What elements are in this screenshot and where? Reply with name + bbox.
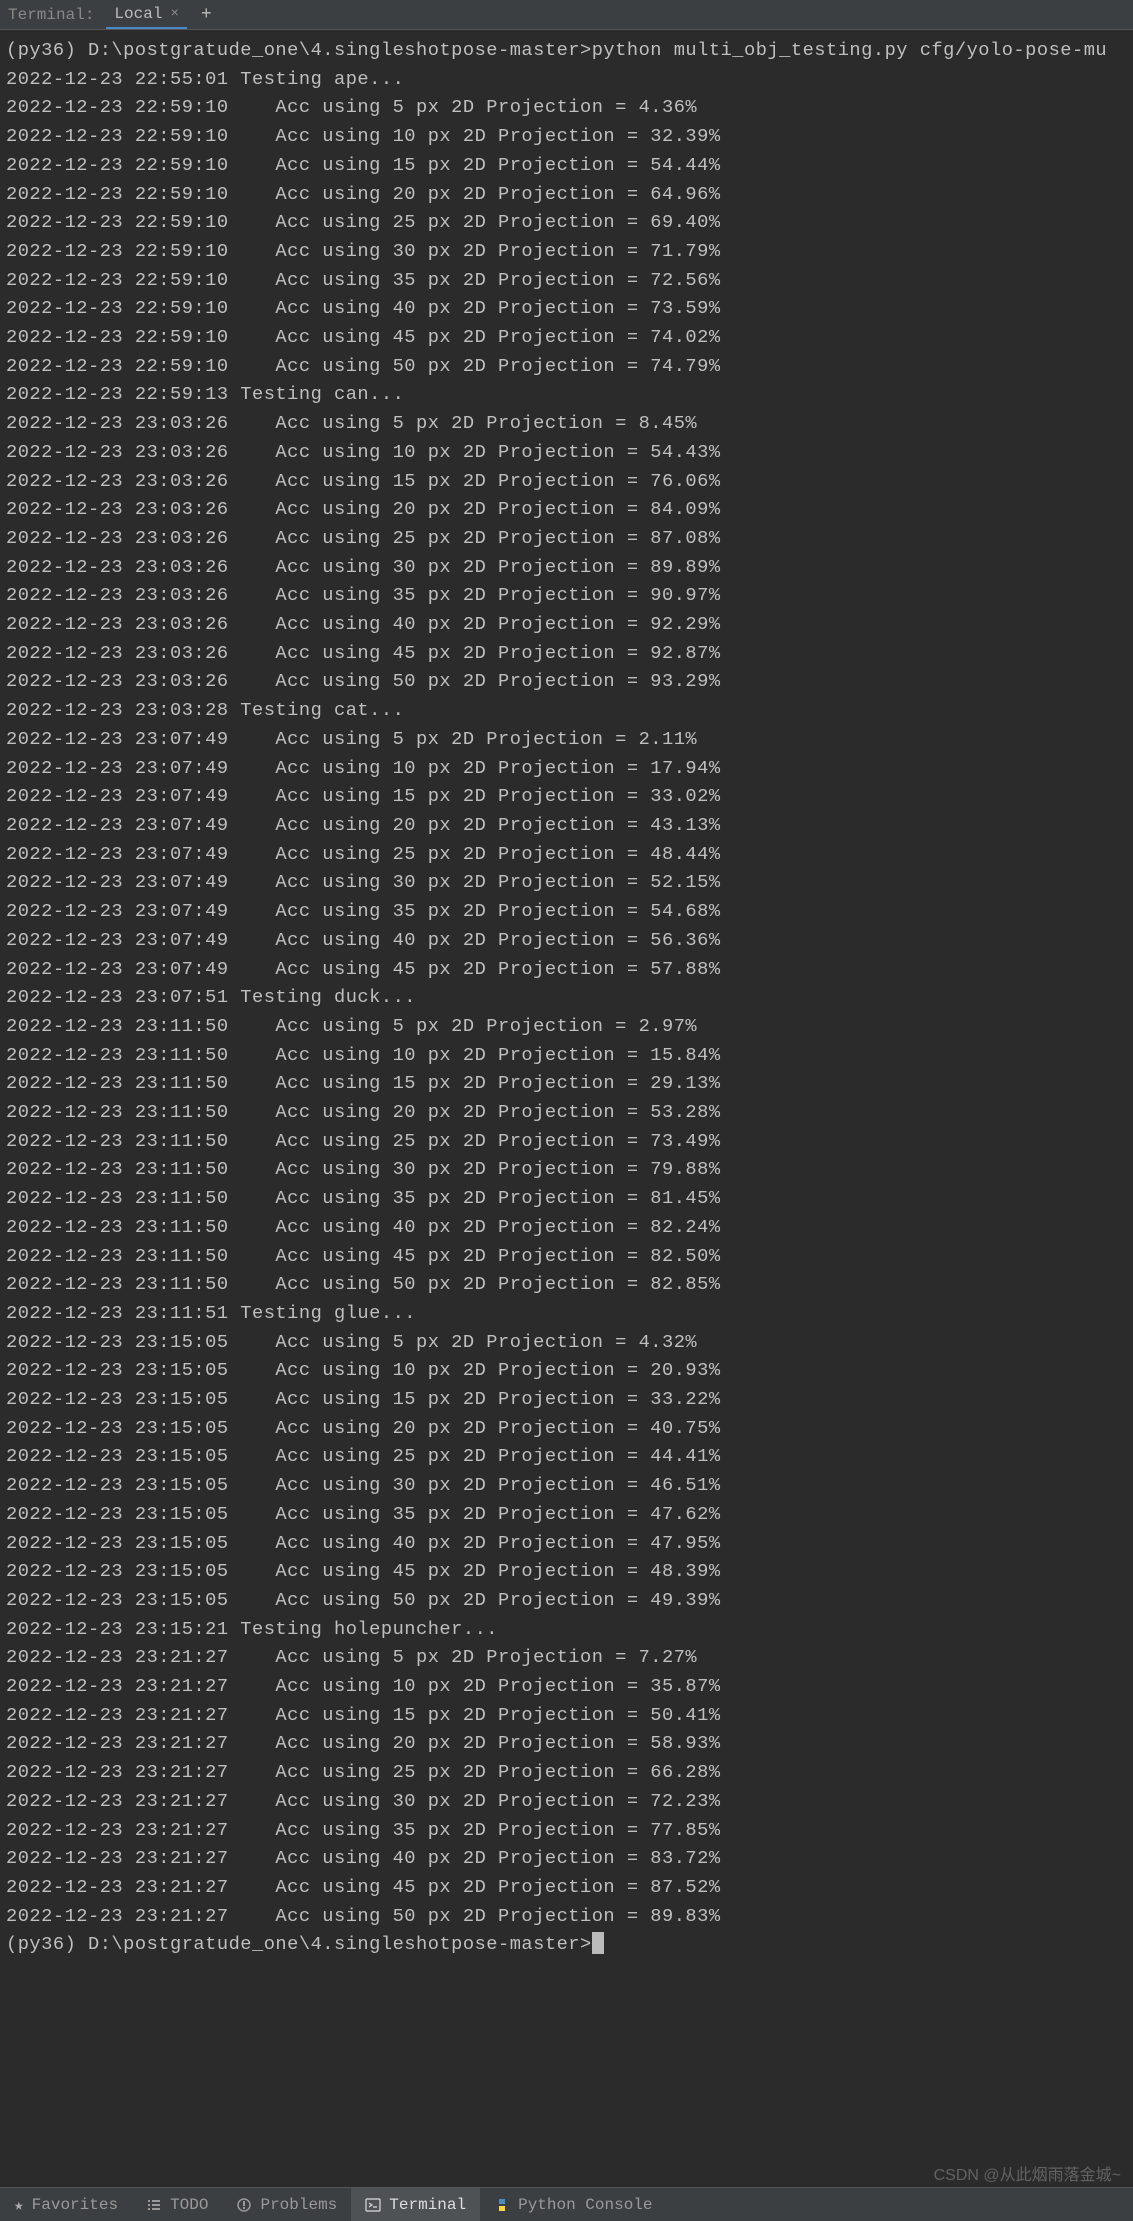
output-line: 2022-12-23 23:21:27 Acc using 20 px 2D P… <box>6 1729 1131 1758</box>
output-line: 2022-12-23 22:55:01 Testing ape... <box>6 65 1131 94</box>
output-line: 2022-12-23 23:11:50 Acc using 30 px 2D P… <box>6 1155 1131 1184</box>
terminal-top-bar: Terminal: Local × + <box>0 0 1133 30</box>
tab-terminal[interactable]: Terminal <box>351 2188 480 2221</box>
output-line: 2022-12-23 23:21:27 Acc using 40 px 2D P… <box>6 1844 1131 1873</box>
python-icon <box>494 2197 510 2213</box>
output-line: 2022-12-23 23:11:50 Acc using 20 px 2D P… <box>6 1098 1131 1127</box>
tab-label: TODO <box>170 2196 208 2214</box>
terminal-output[interactable]: (py36) D:\postgratude_one\4.singleshotpo… <box>0 30 1133 1959</box>
prompt-line[interactable]: (py36) D:\postgratude_one\4.singleshotpo… <box>6 1930 1131 1959</box>
output-line: 2022-12-23 22:59:10 Acc using 10 px 2D P… <box>6 122 1131 151</box>
output-line: 2022-12-23 22:59:10 Acc using 35 px 2D P… <box>6 266 1131 295</box>
output-line: 2022-12-23 23:21:27 Acc using 15 px 2D P… <box>6 1701 1131 1730</box>
bottom-tool-bar: ★ Favorites TODO Problems Terminal Pytho… <box>0 2187 1133 2221</box>
cursor-icon <box>592 1932 604 1954</box>
tab-python-console[interactable]: Python Console <box>480 2188 666 2221</box>
output-line: 2022-12-23 22:59:13 Testing can... <box>6 380 1131 409</box>
output-line: 2022-12-23 22:59:10 Acc using 45 px 2D P… <box>6 323 1131 352</box>
close-icon[interactable]: × <box>170 6 178 22</box>
output-line: 2022-12-23 23:15:05 Acc using 30 px 2D P… <box>6 1471 1131 1500</box>
output-line: 2022-12-23 23:11:50 Acc using 15 px 2D P… <box>6 1069 1131 1098</box>
output-line: 2022-12-23 23:15:05 Acc using 40 px 2D P… <box>6 1529 1131 1558</box>
output-line: 2022-12-23 23:03:26 Acc using 45 px 2D P… <box>6 639 1131 668</box>
output-line: 2022-12-23 23:07:49 Acc using 35 px 2D P… <box>6 897 1131 926</box>
output-line: 2022-12-23 22:59:10 Acc using 5 px 2D Pr… <box>6 93 1131 122</box>
output-line: 2022-12-23 23:11:50 Acc using 45 px 2D P… <box>6 1242 1131 1271</box>
output-line: 2022-12-23 23:07:49 Acc using 25 px 2D P… <box>6 840 1131 869</box>
output-line: 2022-12-23 23:15:05 Acc using 25 px 2D P… <box>6 1442 1131 1471</box>
output-line: 2022-12-23 23:11:50 Acc using 10 px 2D P… <box>6 1041 1131 1070</box>
tab-label: Local <box>114 5 162 23</box>
tab-label: Favorites <box>32 2196 118 2214</box>
output-line: 2022-12-23 22:59:10 Acc using 40 px 2D P… <box>6 294 1131 323</box>
output-line: 2022-12-23 22:59:10 Acc using 15 px 2D P… <box>6 151 1131 180</box>
tab-label: Python Console <box>518 2196 652 2214</box>
output-line: 2022-12-23 22:59:10 Acc using 20 px 2D P… <box>6 180 1131 209</box>
output-line: 2022-12-23 23:07:49 Acc using 10 px 2D P… <box>6 754 1131 783</box>
output-line: 2022-12-23 23:15:05 Acc using 10 px 2D P… <box>6 1356 1131 1385</box>
output-line: 2022-12-23 23:03:26 Acc using 25 px 2D P… <box>6 524 1131 553</box>
output-line: 2022-12-23 23:03:26 Acc using 15 px 2D P… <box>6 467 1131 496</box>
new-tab-button[interactable]: + <box>187 5 226 25</box>
output-line: 2022-12-23 23:07:49 Acc using 45 px 2D P… <box>6 955 1131 984</box>
output-line: 2022-12-23 23:07:49 Acc using 5 px 2D Pr… <box>6 725 1131 754</box>
output-line: 2022-12-23 23:03:26 Acc using 20 px 2D P… <box>6 495 1131 524</box>
output-line: 2022-12-23 23:03:28 Testing cat... <box>6 696 1131 725</box>
output-line: 2022-12-23 23:07:49 Acc using 40 px 2D P… <box>6 926 1131 955</box>
output-line: 2022-12-23 23:15:05 Acc using 15 px 2D P… <box>6 1385 1131 1414</box>
output-line: 2022-12-23 23:21:27 Acc using 35 px 2D P… <box>6 1816 1131 1845</box>
output-line: 2022-12-23 23:21:27 Acc using 45 px 2D P… <box>6 1873 1131 1902</box>
output-line: 2022-12-23 23:15:21 Testing holepuncher.… <box>6 1615 1131 1644</box>
output-line: 2022-12-23 23:21:27 Acc using 10 px 2D P… <box>6 1672 1131 1701</box>
output-line: 2022-12-23 23:15:05 Acc using 20 px 2D P… <box>6 1414 1131 1443</box>
output-line: 2022-12-23 23:03:26 Acc using 5 px 2D Pr… <box>6 409 1131 438</box>
output-line: 2022-12-23 22:59:10 Acc using 30 px 2D P… <box>6 237 1131 266</box>
output-line: 2022-12-23 22:59:10 Acc using 50 px 2D P… <box>6 352 1131 381</box>
output-line: 2022-12-23 23:03:26 Acc using 50 px 2D P… <box>6 667 1131 696</box>
output-line: 2022-12-23 23:11:51 Testing glue... <box>6 1299 1131 1328</box>
output-line: 2022-12-23 23:07:49 Acc using 30 px 2D P… <box>6 868 1131 897</box>
output-line: 2022-12-23 23:03:26 Acc using 30 px 2D P… <box>6 553 1131 582</box>
star-icon: ★ <box>14 2195 24 2215</box>
output-line: 2022-12-23 23:15:05 Acc using 5 px 2D Pr… <box>6 1328 1131 1357</box>
output-line: 2022-12-23 23:11:50 Acc using 35 px 2D P… <box>6 1184 1131 1213</box>
output-line: 2022-12-23 23:03:26 Acc using 35 px 2D P… <box>6 581 1131 610</box>
output-line: 2022-12-23 23:21:27 Acc using 50 px 2D P… <box>6 1902 1131 1931</box>
output-line: 2022-12-23 23:15:05 Acc using 45 px 2D P… <box>6 1557 1131 1586</box>
list-icon <box>146 2197 162 2213</box>
output-line: 2022-12-23 23:11:50 Acc using 5 px 2D Pr… <box>6 1012 1131 1041</box>
output-line: 2022-12-23 23:07:51 Testing duck... <box>6 983 1131 1012</box>
terminal-icon <box>365 2197 381 2213</box>
output-line: 2022-12-23 23:03:26 Acc using 40 px 2D P… <box>6 610 1131 639</box>
tab-todo[interactable]: TODO <box>132 2188 222 2221</box>
output-line: 2022-12-23 23:15:05 Acc using 35 px 2D P… <box>6 1500 1131 1529</box>
output-line: 2022-12-23 23:03:26 Acc using 10 px 2D P… <box>6 438 1131 467</box>
output-line: 2022-12-23 23:11:50 Acc using 25 px 2D P… <box>6 1127 1131 1156</box>
output-line: 2022-12-23 23:15:05 Acc using 50 px 2D P… <box>6 1586 1131 1615</box>
tab-favorites[interactable]: ★ Favorites <box>0 2188 132 2221</box>
output-line: 2022-12-23 23:21:27 Acc using 30 px 2D P… <box>6 1787 1131 1816</box>
warning-icon <box>236 2197 252 2213</box>
watermark: CSDN @从此烟雨落金城~ <box>934 2161 1121 2185</box>
output-line: 2022-12-23 22:59:10 Acc using 25 px 2D P… <box>6 208 1131 237</box>
output-line: 2022-12-23 23:07:49 Acc using 20 px 2D P… <box>6 811 1131 840</box>
output-line: 2022-12-23 23:11:50 Acc using 40 px 2D P… <box>6 1213 1131 1242</box>
output-line: 2022-12-23 23:11:50 Acc using 50 px 2D P… <box>6 1270 1131 1299</box>
output-line: 2022-12-23 23:21:27 Acc using 5 px 2D Pr… <box>6 1643 1131 1672</box>
output-line: 2022-12-23 23:07:49 Acc using 15 px 2D P… <box>6 782 1131 811</box>
output-line: (py36) D:\postgratude_one\4.singleshotpo… <box>6 36 1131 65</box>
tab-label: Problems <box>260 2196 337 2214</box>
terminal-tab-local[interactable]: Local × <box>106 0 186 29</box>
tab-label: Terminal <box>389 2196 466 2214</box>
tab-problems[interactable]: Problems <box>222 2188 351 2221</box>
terminal-label: Terminal: <box>0 6 106 24</box>
output-line: 2022-12-23 23:21:27 Acc using 25 px 2D P… <box>6 1758 1131 1787</box>
